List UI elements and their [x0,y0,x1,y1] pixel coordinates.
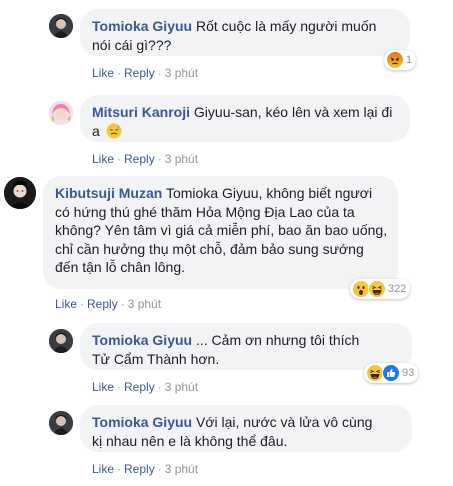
avatar-tomioka[interactable] [49,411,73,435]
avatar-tomioka[interactable] [49,329,73,353]
like-icon [382,364,400,382]
reaction-count: 93 [402,367,415,379]
comment-author[interactable]: Kibutsuji Muzan [55,185,162,201]
timestamp[interactable]: 3 phút [165,66,198,80]
reaction-count: 1 [406,54,413,66]
like-link[interactable]: Like [92,66,114,80]
avatar-tomioka[interactable] [49,14,73,38]
reply-link[interactable]: Reply [124,380,155,394]
reply-link[interactable]: Reply [124,462,155,476]
haha-icon [368,280,386,298]
reaction-count: 322 [388,283,407,295]
comment-bubble: Mitsuri Kanroji Giyuu-san, kéo lên và xe… [80,95,410,142]
avatar-mitsuri[interactable] [49,101,73,125]
comment-bubble: Tomioka Giyuu Rốt cuộc là mấy người muốn… [80,9,410,56]
like-link[interactable]: Like [55,297,77,311]
comment-actions: Like · Reply · 3 phút [55,297,162,311]
timestamp[interactable]: 3 phút [165,462,198,476]
avatar-muzan[interactable] [4,177,36,209]
sweat-smile-icon [106,123,122,139]
comment-author[interactable]: Tomioka Giyuu [92,414,192,430]
comment-actions: Like · Reply · 3 phút [92,462,199,476]
comment-author[interactable]: Mitsuri Kanroji [92,104,190,120]
comment-bubble: Kibutsuji Muzan Tomioka Giyuu, không biế… [43,176,398,289]
reply-link[interactable]: Reply [124,152,155,166]
timestamp[interactable]: 3 phút [165,152,198,166]
reply-link[interactable]: Reply [87,297,118,311]
reply-link[interactable]: Reply [124,66,155,80]
comment-actions: Like · Reply · 3 phút [92,152,199,166]
comment-bubble: Tomioka Giyuu Với lại, nước và lửa vô cù… [80,405,412,452]
comment-author[interactable]: Tomioka Giyuu [92,18,192,34]
timestamp[interactable]: 3 phút [165,380,198,394]
like-link[interactable]: Like [92,462,114,476]
angry-icon [386,51,404,69]
reaction-summary[interactable]: 322 [350,279,411,299]
reaction-summary[interactable]: 93 [364,363,419,383]
timestamp[interactable]: 3 phút [128,297,161,311]
reaction-summary[interactable]: 1 [384,50,417,70]
like-link[interactable]: Like [92,152,114,166]
comment-actions: Like · Reply · 3 phút [92,380,199,394]
like-link[interactable]: Like [92,380,114,394]
comment-actions: Like · Reply · 3 phút [92,66,199,80]
comment-bubble: Tomioka Giyuu ... Cảm ơn nhưng tôi thích… [80,323,412,370]
comment-author[interactable]: Tomioka Giyuu [92,332,192,348]
